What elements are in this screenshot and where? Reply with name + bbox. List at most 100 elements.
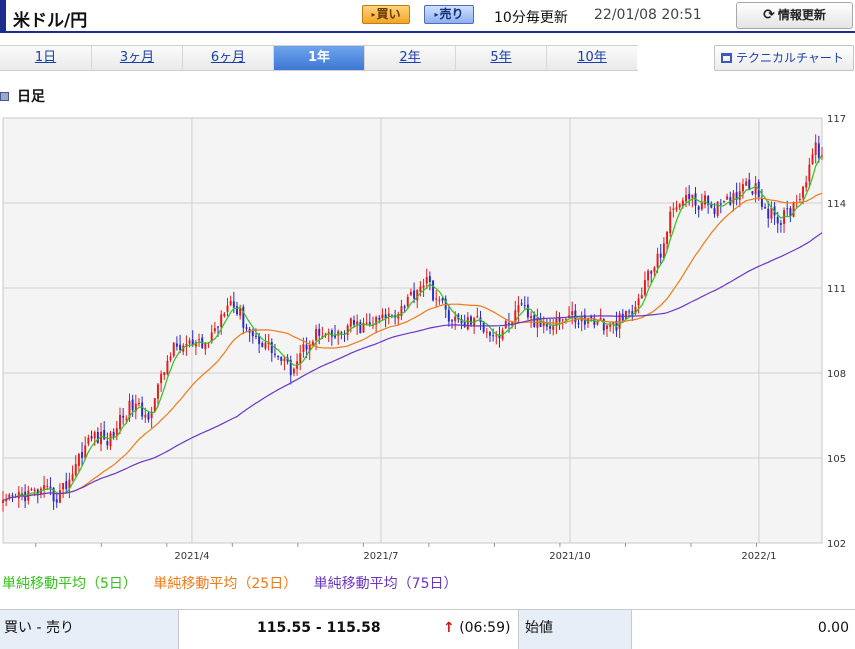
candle-body <box>666 231 669 244</box>
candle-body <box>770 207 773 219</box>
candle-body <box>270 342 273 353</box>
candle-body <box>406 296 409 307</box>
open-price-value: 0.00 <box>817 620 849 636</box>
candle-body <box>495 335 498 337</box>
candle-body <box>704 195 706 205</box>
y-tick-label: 114 <box>827 199 846 210</box>
candle-body <box>691 194 694 198</box>
candle-body <box>226 305 229 312</box>
candle-body <box>365 322 368 324</box>
chart-legend: 単純移動平均（5日） 単純移動平均（25日） 単純移動平均（75日） <box>2 573 469 593</box>
window-icon <box>721 53 732 63</box>
candle-body <box>137 402 140 405</box>
candle-body <box>413 290 416 299</box>
candle-body <box>368 322 371 325</box>
candle-body <box>447 309 450 322</box>
candle-body <box>239 308 242 316</box>
candle-body <box>609 324 612 327</box>
refresh-button-label: 情報更新 <box>777 8 826 22</box>
period-tabs: 1日 3ヶ月 6ヶ月 1年 2年 5年 10年 <box>0 45 638 71</box>
candle-body <box>792 202 795 217</box>
sell-button[interactable]: ▸売り <box>424 5 474 24</box>
y-tick-label: 105 <box>827 454 846 465</box>
candle-body <box>156 384 159 399</box>
header-bar: 米ドル/円 ▸買い ▸売り 10分毎更新 22/01/08 20:51 ⟳ 情報更… <box>0 0 855 33</box>
candle-body <box>403 306 406 308</box>
candle-body <box>624 310 627 320</box>
candle-body <box>488 332 491 336</box>
candle-body <box>119 415 121 429</box>
candle-body <box>776 217 779 224</box>
candle-body <box>726 196 729 200</box>
candle-body <box>55 499 58 503</box>
candlestick-chart: 102 105 108 111 114 117 2021/4 2021/7 2021/10 202… <box>2 114 846 562</box>
y-tick-label: 111 <box>827 284 846 295</box>
tab-5-years[interactable]: 5年 <box>455 46 546 70</box>
candle-body <box>438 300 441 302</box>
page-title: 米ドル/円 <box>13 11 88 31</box>
tab-10-years[interactable]: 10年 <box>546 46 637 70</box>
candle-body <box>93 432 96 439</box>
header-accent <box>0 0 6 31</box>
refresh-button[interactable]: ⟳ 情報更新 <box>736 2 853 29</box>
technical-chart-button[interactable]: テクニカルチャート <box>714 45 854 71</box>
candle-body <box>659 253 662 258</box>
candle-body <box>533 315 536 327</box>
candle-body <box>71 474 74 481</box>
timestamp: 22/01/08 20:51 <box>594 7 702 23</box>
candle-body <box>254 335 257 337</box>
candle-body <box>141 402 144 417</box>
candle-body <box>675 207 678 210</box>
candle-body <box>643 279 646 295</box>
candle-body <box>87 437 90 444</box>
tab-6-months[interactable]: 6ヶ月 <box>182 46 273 70</box>
candle-body <box>264 342 267 349</box>
bid-ask-cell: 115.55 - 115.58 ↑ (06:59) <box>179 610 518 649</box>
candle-body <box>232 301 235 308</box>
candle-body <box>523 305 526 307</box>
candle-body <box>530 316 533 319</box>
candle-body <box>77 454 80 466</box>
candle-body <box>103 429 106 440</box>
candle-body <box>283 358 286 362</box>
candle-body <box>62 483 65 490</box>
candle-body <box>517 305 520 313</box>
candle-body <box>217 326 220 328</box>
candle-body <box>476 315 479 317</box>
candle-body <box>688 193 691 200</box>
candle-body <box>425 277 428 284</box>
candle-body <box>131 399 134 411</box>
candle-body <box>451 320 454 322</box>
candle-body <box>805 182 808 188</box>
candle-body <box>311 341 314 346</box>
candle-body <box>428 276 431 282</box>
candle-body <box>109 432 112 447</box>
candle-body <box>549 326 552 329</box>
candle-body <box>786 208 789 210</box>
candle-body <box>470 316 472 325</box>
candle-body <box>65 481 68 490</box>
candle-body <box>223 313 226 317</box>
candle-body <box>653 267 656 272</box>
candle-body <box>147 413 150 420</box>
candle-body <box>340 332 343 334</box>
candle-body <box>277 355 280 357</box>
tab-1-year[interactable]: 1年 <box>273 46 364 70</box>
candle-body <box>166 360 169 374</box>
candle-body <box>811 154 814 165</box>
candle-body <box>526 304 529 318</box>
tab-2-years[interactable]: 2年 <box>364 46 455 70</box>
tab-1-day[interactable]: 1日 <box>0 46 91 70</box>
candle-body <box>359 322 362 333</box>
candle-body <box>719 203 722 205</box>
tab-3-months[interactable]: 3ヶ月 <box>91 46 182 70</box>
candle-body <box>678 204 681 208</box>
candle-body <box>599 317 602 320</box>
candle-body <box>685 194 688 202</box>
candle-body <box>378 317 381 320</box>
candle-body <box>330 330 333 337</box>
candle-body <box>710 204 713 208</box>
candle-body <box>767 208 770 219</box>
buy-button[interactable]: ▸買い <box>362 5 410 24</box>
candle-body <box>466 317 469 330</box>
